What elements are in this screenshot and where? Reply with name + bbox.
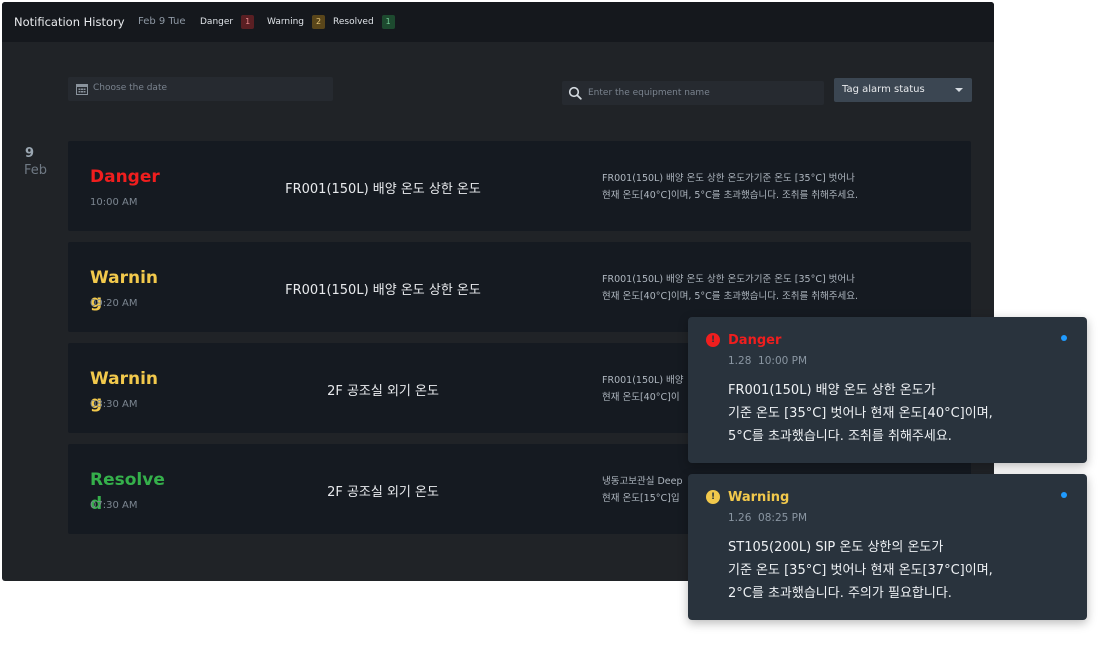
notification-time: 09:20 AM bbox=[90, 298, 138, 309]
notification-title: FR001(150L) 배양 온도 상한 온도 bbox=[285, 283, 481, 298]
stat-danger-label: Danger bbox=[200, 17, 234, 27]
notification-description: FR001(150L) 배양 온도 상한 온도가기준 온도 [35°C] 벗어나… bbox=[602, 173, 859, 201]
toast-time: 1.26 08:25 PM bbox=[728, 512, 808, 524]
warning-alert-icon bbox=[706, 490, 720, 504]
danger-alert-icon bbox=[706, 333, 720, 347]
stat-resolved-count: 1 bbox=[381, 15, 395, 29]
date-picker-input[interactable]: Choose the date bbox=[68, 77, 333, 101]
stat-danger: Danger 1 bbox=[200, 15, 255, 29]
warning-toast[interactable]: Warning 1.26 08:25 PM ST105(200L) SIP 온도… bbox=[688, 474, 1087, 620]
notification-description: FR001(150L) 배양 현재 온도[40°C]이 bbox=[602, 375, 684, 403]
notification-status: Danger bbox=[90, 167, 160, 187]
unread-dot bbox=[1061, 492, 1067, 498]
equipment-search-input[interactable]: Enter the equipment name bbox=[562, 81, 824, 105]
notification-title: FR001(150L) 배양 온도 상한 온도 bbox=[285, 182, 481, 197]
tag-alarm-status-value: Tag alarm status bbox=[842, 84, 925, 95]
current-date: Feb 9 Tue bbox=[138, 16, 186, 27]
notification-row[interactable]: Danger 10:00 AM FR001(150L) 배양 온도 상한 온도 … bbox=[68, 141, 971, 231]
stat-danger-count: 1 bbox=[241, 15, 255, 29]
toast-time: 1.28 10:00 PM bbox=[728, 355, 808, 367]
toast-status: Warning bbox=[728, 490, 790, 505]
danger-toast[interactable]: Danger 1.28 10:00 PM FR001(150L) 배양 온도 상… bbox=[688, 317, 1087, 463]
stat-warning: Warning 2 bbox=[267, 15, 326, 29]
tag-alarm-status-select[interactable]: Tag alarm status bbox=[834, 78, 972, 102]
stat-resolved: Resolved 1 bbox=[333, 15, 395, 29]
notification-description: 냉동고보관실 Deep 현재 온도[15°C]입 bbox=[602, 476, 683, 504]
notification-time: 08:30 AM bbox=[90, 399, 138, 410]
page-title: Notification History bbox=[14, 15, 125, 29]
day-number: 9 bbox=[25, 146, 35, 161]
notification-title: 2F 공조실 외기 온도 bbox=[327, 384, 439, 399]
toast-status: Danger bbox=[728, 333, 782, 348]
notification-description: FR001(150L) 배양 온도 상한 온도가기준 온도 [35°C] 벗어나… bbox=[602, 274, 859, 302]
stat-warning-label: Warning bbox=[267, 17, 305, 27]
toast-message: ST105(200L) SIP 온도 상한의 온도가 기준 온도 [35°C] … bbox=[728, 540, 993, 601]
stat-warning-count: 2 bbox=[312, 15, 326, 29]
chevron-down-icon bbox=[955, 88, 963, 92]
stat-resolved-label: Resolved bbox=[333, 17, 374, 27]
search-icon bbox=[568, 86, 582, 100]
toast-message: FR001(150L) 배양 온도 상한 온도가 기준 온도 [35°C] 벗어… bbox=[728, 383, 993, 444]
day-month: Feb bbox=[24, 163, 48, 178]
calendar-icon bbox=[76, 84, 88, 95]
search-placeholder: Enter the equipment name bbox=[588, 88, 710, 98]
notification-title: 2F 공조실 외기 온도 bbox=[327, 485, 439, 500]
notification-time: 07:30 AM bbox=[90, 500, 138, 511]
date-placeholder: Choose the date bbox=[93, 83, 168, 93]
unread-dot bbox=[1061, 335, 1067, 341]
top-bar: Notification History Feb 9 Tue Danger 1 … bbox=[2, 2, 994, 42]
notification-time: 10:00 AM bbox=[90, 197, 138, 208]
